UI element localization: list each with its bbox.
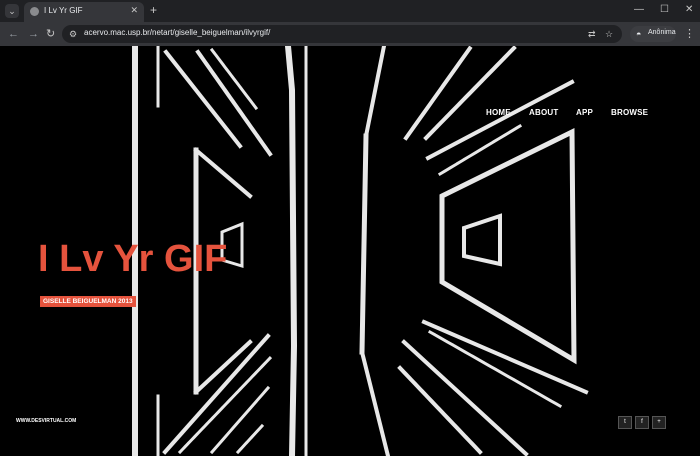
google-plus-icon[interactable]: +: [652, 416, 666, 429]
hero-title: I Lv Yr GIF: [38, 238, 228, 280]
reload-button[interactable]: ↻: [46, 26, 55, 42]
tab-search-button[interactable]: ⌄: [5, 4, 19, 18]
profile-label: Anônima: [648, 29, 676, 36]
nav-app[interactable]: APP: [576, 108, 593, 117]
address-bar[interactable]: ⚙ acervo.mac.usp.br/netart/giselle_beigu…: [62, 25, 622, 43]
new-tab-button[interactable]: +: [150, 3, 157, 17]
nav-home[interactable]: HOME: [486, 108, 511, 117]
minimize-button[interactable]: —: [634, 3, 644, 17]
back-button[interactable]: ←: [8, 26, 19, 42]
bookmark-star-icon[interactable]: ☆: [605, 27, 613, 41]
browser-tab-strip: ⌄ I Lv Yr GIF ✕ + — ☐ ✕: [0, 0, 700, 22]
browser-tab[interactable]: I Lv Yr GIF ✕: [24, 2, 144, 22]
browser-menu-icon[interactable]: ⋮: [684, 26, 695, 42]
browser-toolbar: ← → ↻ ⚙ acervo.mac.usp.br/netart/giselle…: [0, 22, 700, 46]
forward-button[interactable]: →: [28, 26, 39, 42]
twitter-icon[interactable]: t: [618, 416, 632, 429]
close-window-button[interactable]: ✕: [685, 3, 693, 17]
nav-about[interactable]: ABOUT: [529, 108, 558, 117]
nav-browse[interactable]: BROWSE: [611, 108, 648, 117]
web-page: HOME ABOUT APP BROWSE I Lv Yr GIF GISELL…: [0, 46, 700, 456]
footer-site-link[interactable]: WWW.DESVIRTUAL.COM: [16, 418, 76, 424]
site-info-icon[interactable]: ⚙: [69, 27, 77, 41]
favicon-icon: [30, 7, 39, 16]
facebook-icon[interactable]: f: [635, 416, 649, 429]
tab-title: I Lv Yr GIF: [44, 6, 83, 15]
tab-close-icon[interactable]: ✕: [130, 5, 138, 16]
incognito-profile-button[interactable]: ◓ Anônima: [630, 26, 676, 42]
incognito-icon: ◓: [636, 29, 642, 39]
translate-icon[interactable]: ⇄: [588, 27, 596, 41]
maximize-button[interactable]: ☐: [660, 3, 669, 17]
url-text[interactable]: acervo.mac.usp.br/netart/giselle_beiguel…: [84, 28, 270, 37]
author-badge: GISELLE BEIGUELMAN 2013: [40, 296, 136, 307]
